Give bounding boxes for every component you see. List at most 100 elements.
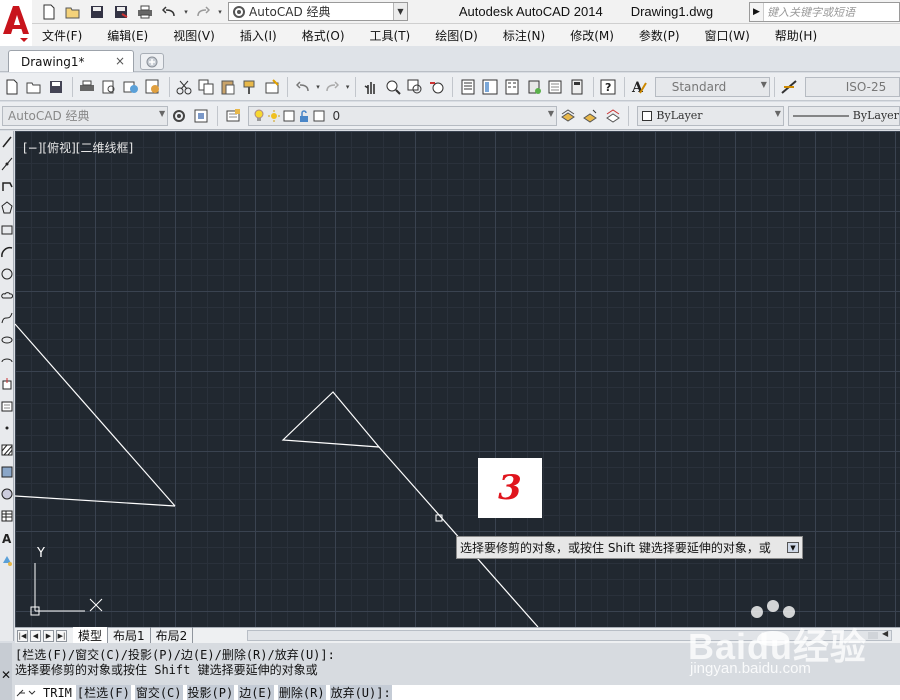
scroll-left-icon[interactable]: ◀: [882, 629, 888, 638]
table-icon[interactable]: [0, 505, 14, 527]
3d-dwf-icon[interactable]: [143, 76, 164, 98]
undo-icon[interactable]: [158, 3, 180, 21]
layer-properties-icon[interactable]: [222, 105, 243, 127]
first-tab-icon[interactable]: |◀: [17, 629, 28, 642]
option-edge[interactable]: 边(E): [238, 685, 274, 700]
tab-model[interactable]: 模型: [73, 627, 109, 644]
zoom-previous-icon[interactable]: [426, 76, 447, 98]
option-crossing[interactable]: 窗交(C): [134, 685, 183, 700]
search-expand-icon[interactable]: ▶: [750, 3, 764, 21]
chevron-down-icon[interactable]: ▼: [159, 109, 165, 118]
option-fence[interactable]: [栏选(F): [75, 685, 131, 700]
spline-icon[interactable]: [0, 307, 14, 329]
menu-modify[interactable]: 修改(M): [570, 25, 614, 46]
print-icon[interactable]: [77, 76, 98, 98]
ellipse-arc-icon[interactable]: [0, 351, 14, 373]
print-icon[interactable]: [134, 3, 156, 21]
match-properties-icon[interactable]: [239, 76, 260, 98]
application-menu-button[interactable]: [0, 0, 32, 46]
layer-select[interactable]: 0 ▼: [248, 105, 558, 126]
polyline-icon[interactable]: [0, 175, 14, 197]
option-project[interactable]: 投影(P): [186, 685, 235, 700]
pan-icon[interactable]: [360, 76, 381, 98]
option-erase[interactable]: 删除(R): [277, 685, 326, 700]
sheet-set-manager-icon[interactable]: [523, 76, 544, 98]
undo-dropdown-icon[interactable]: ▾: [182, 3, 190, 21]
linetype-select[interactable]: ByLayer: [787, 105, 900, 126]
tool-palettes-icon[interactable]: [501, 76, 522, 98]
cut-icon[interactable]: [174, 76, 195, 98]
dimension-style-select[interactable]: ISO-25: [804, 76, 900, 97]
menu-view[interactable]: 视图(V): [173, 25, 215, 46]
print-preview-icon[interactable]: [99, 76, 120, 98]
layer-previous-icon[interactable]: [580, 105, 601, 127]
point-icon[interactable]: [0, 417, 14, 439]
tab-layout1[interactable]: 布局1: [108, 627, 151, 644]
paste-icon[interactable]: [217, 76, 238, 98]
next-tab-icon[interactable]: ▶: [43, 629, 54, 642]
hatch-icon[interactable]: [0, 439, 14, 461]
search-input[interactable]: [764, 5, 894, 19]
polygon-icon[interactable]: [0, 197, 14, 219]
menu-help[interactable]: 帮助(H): [775, 25, 817, 46]
open-folder-icon[interactable]: [62, 3, 84, 21]
scrollbar-thumb[interactable]: [868, 632, 878, 639]
menu-tools[interactable]: 工具(T): [370, 25, 411, 46]
zoom-realtime-icon[interactable]: [382, 76, 403, 98]
region-icon[interactable]: [0, 483, 14, 505]
circle-icon[interactable]: [0, 263, 14, 285]
menu-parametric[interactable]: 参数(P): [639, 25, 680, 46]
save-icon[interactable]: [86, 3, 108, 21]
layer-state-icon[interactable]: [602, 105, 623, 127]
redo-icon[interactable]: [192, 3, 214, 21]
publish-icon[interactable]: [121, 76, 142, 98]
left-triangle[interactable]: [15, 323, 176, 507]
revision-cloud-icon[interactable]: [0, 285, 14, 307]
option-undo[interactable]: 放弃(U)]:: [329, 685, 392, 700]
menu-dimension[interactable]: 标注(N): [503, 25, 545, 46]
previous-tab-icon[interactable]: ◀: [30, 629, 41, 642]
horizontal-scrollbar[interactable]: ◀: [247, 629, 892, 641]
chevron-down-icon[interactable]: ▼: [548, 109, 554, 118]
arc-icon[interactable]: [0, 241, 14, 263]
rectangle-icon[interactable]: [0, 219, 14, 241]
tab-drawing1[interactable]: Drawing1* ×: [8, 50, 134, 72]
middle-triangle[interactable]: [281, 391, 381, 448]
redo-dropdown-icon[interactable]: ▾: [344, 78, 352, 96]
redo-icon[interactable]: [322, 76, 343, 98]
new-tab-button[interactable]: [140, 53, 164, 70]
save-icon[interactable]: [46, 76, 67, 98]
chevron-down-icon[interactable]: ▼: [761, 80, 767, 89]
workspace-settings-icon[interactable]: [168, 105, 189, 127]
make-block-icon[interactable]: [0, 395, 14, 417]
help-icon[interactable]: ?: [598, 76, 619, 98]
dimension-style-icon[interactable]: [779, 76, 800, 98]
drawing-canvas[interactable]: [−][俯视][二维线框] Y 3 选择要修剪的对象，或按住 Shift 键选择…: [15, 131, 900, 627]
ellipse-icon[interactable]: [0, 329, 14, 351]
quickcalc-icon[interactable]: [567, 76, 588, 98]
redo-dropdown-icon[interactable]: ▾: [216, 3, 224, 21]
markup-icon[interactable]: [545, 76, 566, 98]
menu-edit[interactable]: 编辑(E): [107, 25, 148, 46]
text-style-icon[interactable]: A: [629, 76, 650, 98]
tooltip-options-icon[interactable]: ▼: [787, 542, 799, 553]
last-tab-icon[interactable]: ▶|: [56, 629, 67, 642]
zoom-window-icon[interactable]: [404, 76, 425, 98]
line-icon[interactable]: [0, 131, 14, 153]
copy-icon[interactable]: [196, 76, 217, 98]
menu-insert[interactable]: 插入(I): [240, 25, 277, 46]
chevron-down-icon[interactable]: ▼: [775, 109, 781, 118]
color-select[interactable]: ByLayer ▼: [637, 105, 784, 126]
workspace-select[interactable]: AutoCAD 经典 ▼: [228, 2, 408, 21]
construction-line-icon[interactable]: [0, 153, 14, 175]
menu-draw[interactable]: 绘图(D): [435, 25, 478, 46]
menu-format[interactable]: 格式(O): [302, 25, 345, 46]
undo-icon[interactable]: [292, 76, 313, 98]
tab-layout2[interactable]: 布局2: [151, 627, 194, 644]
add-selected-icon[interactable]: [0, 549, 14, 571]
design-center-icon[interactable]: [479, 76, 500, 98]
workspace-save-icon[interactable]: [191, 105, 212, 127]
save-as-icon[interactable]: [110, 3, 132, 21]
menu-file[interactable]: 文件(F): [42, 25, 82, 46]
close-icon[interactable]: ✕: [0, 643, 12, 700]
